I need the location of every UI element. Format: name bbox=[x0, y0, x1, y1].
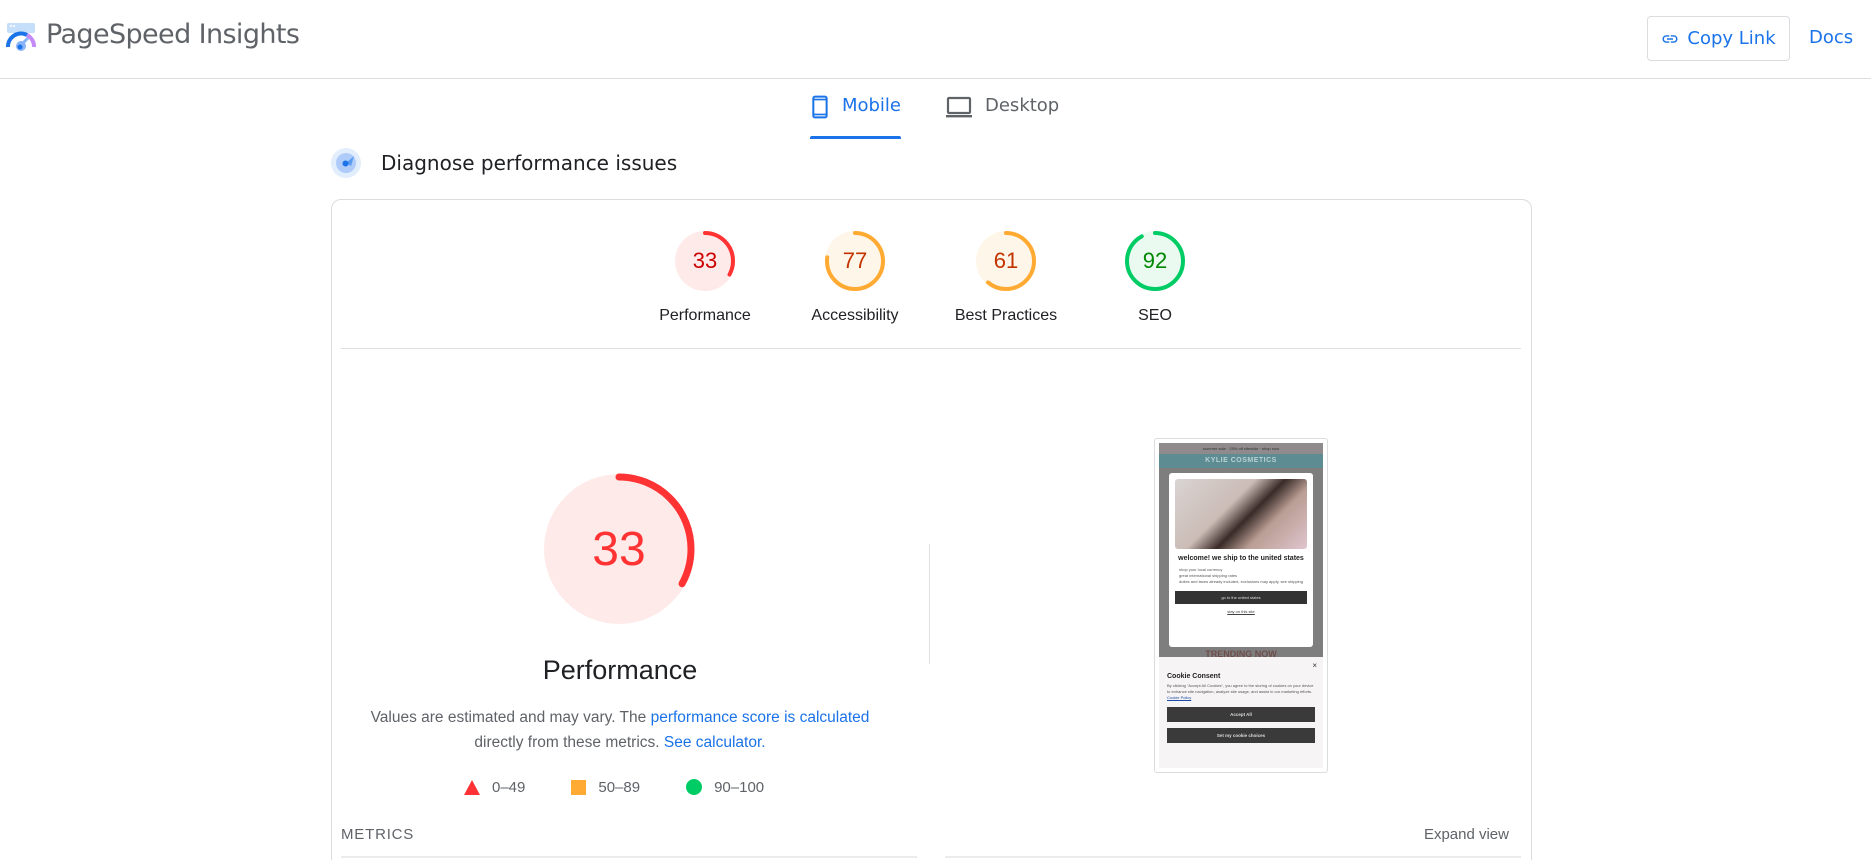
legend-average: 50–89 bbox=[571, 779, 640, 796]
modal-title: welcome! we ship to the united states bbox=[1178, 555, 1304, 562]
tab-desktop[interactable]: Desktop bbox=[945, 93, 1059, 139]
cookie-title: Cookie Consent bbox=[1167, 673, 1221, 680]
cookie-text: By clicking "Accept All Cookies", you ag… bbox=[1167, 683, 1315, 701]
modal-link: stay on this site bbox=[1227, 609, 1255, 614]
tab-desktop-label: Desktop bbox=[985, 95, 1060, 116]
copy-link-label: Copy Link bbox=[1687, 28, 1776, 49]
vertical-divider bbox=[929, 544, 930, 664]
legend-range: 0–49 bbox=[492, 778, 526, 796]
page-screenshot[interactable]: summer sale · 25% off sitewide · shop no… bbox=[1154, 438, 1328, 773]
score-calculated-link[interactable]: performance score is calculated bbox=[651, 709, 870, 726]
desc-text: Values are estimated and may vary. The bbox=[370, 709, 651, 726]
gauge-label: Best Practices bbox=[954, 307, 1058, 324]
device-tabs: Mobile Desktop bbox=[0, 79, 1871, 139]
promo-bar: summer sale · 25% off sitewide · shop no… bbox=[1159, 443, 1323, 454]
cookie-body: By clicking "Accept All Cookies", you ag… bbox=[1167, 683, 1314, 694]
gauge-performance[interactable]: 33 bbox=[672, 228, 738, 294]
gauge-score: 61 bbox=[993, 248, 1019, 273]
gauge-score: 77 bbox=[842, 248, 868, 273]
modal-list: shop your local currency great internati… bbox=[1175, 567, 1307, 585]
close-icon: × bbox=[1312, 661, 1317, 670]
cookie-policy-link: Cookie Policy bbox=[1167, 695, 1192, 700]
legend-range: 50–89 bbox=[598, 778, 641, 796]
tab-mobile[interactable]: Mobile bbox=[810, 93, 901, 139]
section-divider bbox=[341, 348, 1521, 349]
expand-view-toggle[interactable]: Expand view bbox=[1412, 826, 1509, 843]
screenshot-content: summer sale · 25% off sitewide · shop no… bbox=[1159, 443, 1323, 768]
legend-range: 90–100 bbox=[714, 778, 765, 796]
tab-mobile-label: Mobile bbox=[841, 95, 901, 116]
gauge-score: 33 bbox=[692, 248, 718, 273]
top-header: PageSpeed Insights Copy Link Docs bbox=[0, 0, 1871, 79]
metrics-divider-left bbox=[341, 856, 917, 858]
cookie-choices-button: Set my cookie choices bbox=[1167, 728, 1315, 743]
legend-fail: 0–49 bbox=[464, 779, 525, 796]
laptop-icon bbox=[946, 96, 972, 118]
report-card bbox=[331, 199, 1532, 860]
copy-link-button[interactable]: Copy Link bbox=[1647, 16, 1790, 61]
diagnose-gauge-icon bbox=[331, 148, 361, 178]
gauge-label: SEO bbox=[1138, 307, 1172, 324]
gauge-best-practices[interactable]: 61 bbox=[973, 228, 1039, 294]
app-title[interactable]: PageSpeed Insights bbox=[46, 19, 300, 50]
see-calculator-link[interactable]: See calculator. bbox=[664, 734, 766, 751]
brand-bar: KYLIE COSMETICS bbox=[1159, 454, 1323, 468]
triangle-icon bbox=[464, 779, 480, 795]
performance-score: 33 bbox=[592, 522, 646, 576]
modal-photo bbox=[1175, 479, 1307, 549]
metrics-divider-right bbox=[945, 856, 1521, 858]
score-legend: 0–49 50–89 90–100 bbox=[464, 776, 810, 798]
cookie-banner: × Cookie Consent By clicking "Accept All… bbox=[1159, 657, 1323, 768]
gauge-score: 92 bbox=[1142, 248, 1168, 273]
accept-all-button: Accept All bbox=[1167, 707, 1315, 722]
gauge-label: Performance bbox=[659, 307, 751, 324]
circle-icon bbox=[686, 779, 703, 795]
shipping-modal: welcome! we ship to the united states sh… bbox=[1169, 473, 1313, 647]
docs-link[interactable]: Docs bbox=[1809, 27, 1853, 48]
gauge-accessibility[interactable]: 77 bbox=[822, 228, 888, 294]
performance-gauge-large: 33 bbox=[539, 469, 699, 629]
link-icon bbox=[1662, 34, 1678, 43]
modal-list-item: duties and taxes already included, exclu… bbox=[1179, 579, 1303, 584]
desc-text: directly from these metrics. bbox=[474, 734, 664, 751]
performance-title: Performance bbox=[542, 655, 698, 685]
smartphone-icon bbox=[812, 95, 828, 119]
metrics-heading: METRICS bbox=[341, 826, 415, 843]
gauge-label: Accessibility bbox=[811, 307, 899, 324]
pagespeed-logo-icon[interactable] bbox=[5, 20, 37, 52]
performance-description: Values are estimated and may vary. The p… bbox=[360, 705, 880, 755]
section-title: Diagnose performance issues bbox=[381, 151, 678, 175]
modal-button: go to the united states bbox=[1175, 591, 1307, 604]
square-icon bbox=[571, 779, 587, 795]
gauge-seo[interactable]: 92 bbox=[1122, 228, 1188, 294]
legend-pass: 90–100 bbox=[686, 779, 764, 796]
active-tab-indicator bbox=[810, 136, 901, 139]
